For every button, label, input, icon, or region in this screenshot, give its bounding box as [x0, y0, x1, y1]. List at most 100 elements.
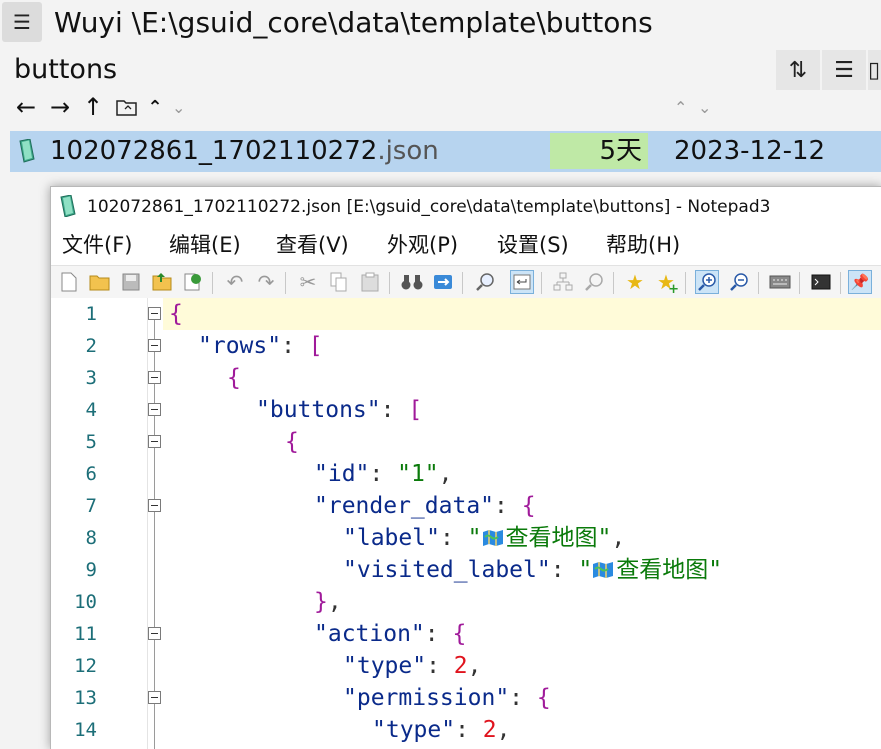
replace-button[interactable]: [431, 270, 455, 294]
browse-button[interactable]: [181, 270, 205, 294]
fold-marker[interactable]: [148, 435, 161, 448]
tree-icon: [553, 272, 573, 291]
code-line: "visited_label": " 查看地图": [343, 557, 723, 583]
console-button[interactable]: [809, 270, 833, 294]
favorites-button[interactable]: ★: [623, 270, 647, 294]
save-icon: [122, 273, 140, 291]
file-extension: .json: [377, 136, 439, 166]
menu-edit[interactable]: 编辑(E): [169, 228, 241, 262]
view-list-button[interactable]: ☰: [822, 50, 866, 90]
chevron-down-icon: ⌄: [172, 98, 186, 117]
code-line: "permission": {: [343, 685, 551, 711]
code-line: "type": 2,: [343, 653, 482, 679]
tree-button[interactable]: [551, 270, 575, 294]
map-emoji-icon: [482, 530, 503, 546]
cut-button[interactable]: ✂: [296, 270, 320, 294]
code-line: },: [314, 589, 342, 615]
save-as-icon: [152, 273, 172, 291]
fold-marker[interactable]: [148, 307, 161, 320]
open-folder-button[interactable]: [114, 93, 140, 121]
expand-button[interactable]: ⌄: [172, 98, 185, 117]
line-number: 6: [85, 463, 97, 485]
sort-desc-button[interactable]: ⌄: [698, 98, 711, 117]
code-line: "id": "1",: [314, 461, 453, 487]
code-line: "buttons": [: [256, 397, 423, 423]
code-editor[interactable]: 1 2 3 4 5 6 7 8 9 10 11 12 13 14 { "rows…: [51, 298, 881, 749]
collapse-button[interactable]: ⌃: [146, 93, 164, 121]
code-line: {: [285, 429, 299, 455]
menu-file[interactable]: 文件(F): [62, 228, 132, 262]
arrow-right-icon: →: [49, 93, 71, 121]
back-button[interactable]: ←: [12, 93, 40, 121]
zoom-in-icon: [698, 273, 716, 291]
fold-marker[interactable]: [148, 499, 161, 512]
zoom-out-icon: [730, 273, 748, 291]
undo-button[interactable]: ↶: [223, 270, 247, 294]
menu-toggle-button[interactable]: ☰: [2, 2, 42, 42]
pin-icon: 📌: [850, 273, 870, 291]
address-path[interactable]: Wuyi \E:\gsuid_core\data\template\button…: [54, 4, 653, 42]
line-number: 5: [85, 431, 97, 453]
find-next-button[interactable]: [582, 270, 606, 294]
terminal-icon: [811, 274, 831, 290]
save-button[interactable]: [119, 270, 143, 294]
save-as-button[interactable]: [150, 270, 174, 294]
up-button[interactable]: ↑: [80, 93, 106, 121]
map-emoji-icon: [593, 562, 614, 578]
redo-button[interactable]: ↷: [254, 270, 278, 294]
list-view-icon: ☰: [834, 57, 854, 83]
copy-button[interactable]: [327, 270, 351, 294]
menu-settings[interactable]: 设置(S): [497, 228, 569, 262]
menu-view[interactable]: 查看(V): [276, 228, 349, 262]
find-button[interactable]: [400, 270, 424, 294]
star-icon: ★: [626, 270, 644, 294]
notepad-titlebar[interactable]: 102072861_1702110272.json [E:\gsuid_core…: [51, 187, 881, 225]
folder-icon: [116, 100, 137, 116]
zoom-out-button[interactable]: [727, 270, 751, 294]
menu-appearance[interactable]: 外观(P): [387, 228, 458, 262]
replace-icon: [434, 275, 452, 289]
line-number: 1: [85, 303, 97, 325]
notepad3-window[interactable]: 102072861_1702110272.json [E:\gsuid_core…: [50, 186, 881, 749]
fold-marker[interactable]: [148, 339, 161, 352]
new-file-icon: [61, 272, 77, 292]
window-title: 102072861_1702110272.json [E:\gsuid_core…: [87, 197, 771, 217]
goto-button[interactable]: [473, 270, 497, 294]
undo-icon: ↶: [226, 270, 244, 294]
menu-bar: 文件(F) 编辑(E) 查看(V) 外观(P) 设置(S) 帮助(H): [51, 225, 881, 265]
word-wrap-icon: [513, 274, 531, 290]
paste-button[interactable]: [358, 270, 382, 294]
line-number: 4: [85, 399, 97, 421]
word-wrap-toggle[interactable]: [510, 270, 534, 294]
json-file-icon: [19, 139, 35, 163]
fold-marker[interactable]: [148, 627, 161, 640]
add-favorite-button[interactable]: ★ +: [654, 270, 679, 297]
line-number: 9: [85, 559, 97, 581]
new-file-button[interactable]: [57, 270, 81, 294]
toolbar: ↶ ↷ ✂ ★ ★ + 📌: [51, 265, 881, 299]
forward-button[interactable]: →: [46, 93, 74, 121]
code-line: "action": {: [314, 621, 467, 647]
line-number: 14: [74, 719, 97, 741]
view-panel-button[interactable]: ▯: [868, 50, 881, 90]
file-row-selected[interactable]: 102072861_1702110272.json 5天 2023-12-12: [10, 131, 881, 172]
fold-marker[interactable]: [148, 691, 161, 704]
file-name: 102072861_1702110272: [50, 136, 378, 166]
line-number: 12: [74, 655, 97, 677]
code-line: "render_data": {: [314, 493, 536, 519]
fold-marker[interactable]: [148, 403, 161, 416]
open-file-button[interactable]: [88, 270, 112, 294]
fold-marker[interactable]: [148, 371, 161, 384]
sort-icon: ⇅: [788, 57, 808, 83]
always-on-top-toggle[interactable]: 📌: [848, 270, 872, 294]
line-number: 11: [74, 623, 97, 645]
sort-button[interactable]: ⇅: [776, 50, 820, 90]
sort-asc-button[interactable]: ⌃: [674, 98, 687, 117]
folder-title: buttons: [14, 54, 118, 85]
scheme-button[interactable]: [768, 270, 792, 294]
zoom-in-button[interactable]: [695, 270, 719, 294]
code-line: "rows": [: [198, 333, 323, 359]
line-number: 13: [74, 687, 97, 709]
paste-icon: [361, 272, 379, 292]
menu-help[interactable]: 帮助(H): [606, 228, 680, 262]
